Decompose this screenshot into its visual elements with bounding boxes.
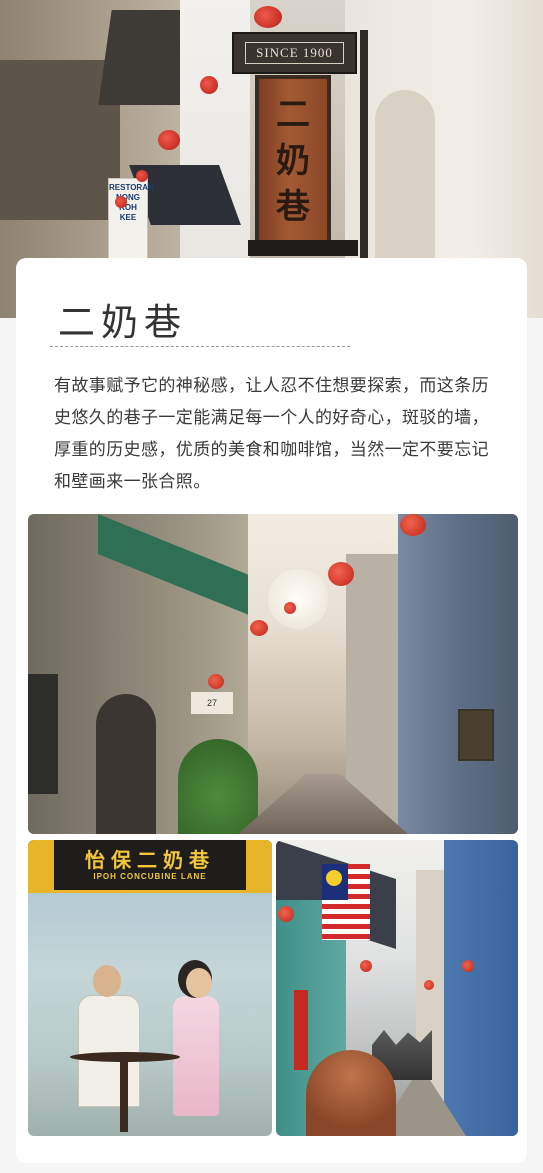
- lantern-icon: [278, 906, 294, 922]
- flag-star-icon: [326, 870, 342, 886]
- alley-photo: 27: [28, 514, 518, 834]
- lantern-icon: [200, 76, 218, 94]
- lantern-icon: [250, 620, 268, 636]
- sign-pole: [360, 30, 368, 260]
- lantern-icon: [158, 130, 180, 150]
- lantern-icon: [115, 196, 127, 208]
- alley-blue-wall: [398, 514, 518, 834]
- lane-name-sign: 二 奶 巷: [255, 75, 331, 247]
- mural-photo: 怡保二奶巷 IPOH CONCUBINE LANE: [28, 840, 272, 1136]
- mural-banner: 怡保二奶巷 IPOH CONCUBINE LANE: [28, 840, 272, 893]
- girl-foreground: [306, 1050, 396, 1136]
- lantern-icon: [462, 960, 474, 972]
- mural-man-head: [93, 965, 121, 997]
- mural-banner-english: IPOH CONCUBINE LANE: [93, 872, 207, 881]
- alley-right-window: [458, 709, 494, 761]
- restaurant-sign-line: RESTORAN: [109, 183, 154, 192]
- street-flag-photo: [276, 840, 518, 1136]
- mural-table-leg: [120, 1060, 128, 1132]
- alley-window: [28, 674, 58, 794]
- since-sign-text: SINCE 1900: [245, 42, 344, 64]
- lantern-icon: [284, 602, 296, 614]
- lantern-icon: [328, 562, 354, 586]
- lantern-icon: [360, 960, 372, 972]
- banner-cap-left: [28, 840, 54, 890]
- door-number-sign: 27: [191, 692, 233, 714]
- since-sign: SINCE 1900: [232, 32, 357, 74]
- sign-base: [248, 240, 358, 256]
- hero-arch: [375, 90, 435, 270]
- mural-man: [78, 995, 140, 1107]
- sun-glare: [268, 569, 328, 629]
- lantern-icon: [254, 6, 282, 28]
- alley-plants: [178, 739, 258, 834]
- lane-sign-char: 二: [276, 95, 310, 135]
- red-couplet-banner: [294, 990, 308, 1070]
- restaurant-sign: RESTORAN NONG KOH KEE: [108, 178, 154, 260]
- content-card: 二奶巷 有故事赋予它的神秘感，让人忍不住想要探索，而这条历史悠久的巷子一定能满足…: [16, 258, 527, 1163]
- article-body: 有故事赋予它的神秘感，让人忍不住想要探索，而这条历史悠久的巷子一定能满足每一个人…: [54, 376, 489, 492]
- lantern-icon: [424, 980, 434, 990]
- alley-arch-doorway: [96, 694, 156, 834]
- mural-woman-head: [186, 968, 212, 998]
- restaurant-sign-line: KEE: [119, 213, 137, 222]
- lane-sign-char: 巷: [276, 187, 310, 227]
- lantern-icon: [136, 170, 148, 182]
- title-divider: [50, 346, 350, 347]
- page-title: 二奶巷: [58, 301, 187, 344]
- lane-sign-char: 奶: [276, 141, 310, 181]
- street-blue-wall: [444, 840, 518, 1136]
- banner-cap-right: [246, 840, 272, 890]
- lantern-icon: [208, 674, 224, 689]
- mural-banner-chinese: 怡保二奶巷: [85, 848, 215, 872]
- lantern-icon: [400, 514, 426, 536]
